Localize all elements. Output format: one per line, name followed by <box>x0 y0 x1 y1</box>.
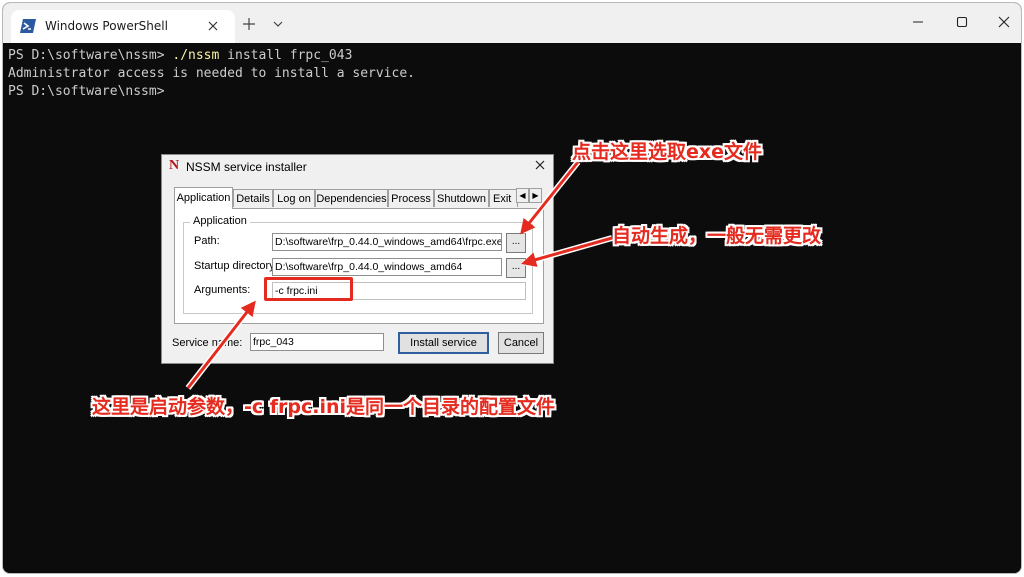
note-arguments: 这里是启动参数，-c frpc.ini是同一个目录的配置文件 <box>92 396 556 418</box>
prompt-text: PS D:\software\nssm> <box>8 48 173 63</box>
path-label: Path: <box>194 235 220 247</box>
terminal-line: PS D:\software\nssm> ./nssm install frpc… <box>8 47 1021 65</box>
tab-shutdown[interactable]: Shutdown <box>434 189 489 207</box>
tab-dependencies[interactable]: Dependencies <box>315 189 388 207</box>
browse-startup-button[interactable]: ... <box>506 258 526 278</box>
nssm-installer-dialog: N NSSM service installer Application Det… <box>161 154 554 364</box>
tab-application[interactable]: Application <box>174 187 233 209</box>
application-panel: Application Path: D:\software\frp_0.44.0… <box>174 208 544 324</box>
service-name-label: Service name: <box>172 337 243 349</box>
note-startup: 自动生成，一般无需更改 <box>612 225 822 247</box>
command-exec: ./nssm <box>172 48 220 63</box>
note-path: 点击这里选取exe文件 <box>572 141 763 163</box>
chevron-down-icon[interactable] <box>272 19 284 29</box>
maximize-icon[interactable] <box>955 15 969 29</box>
title-bar: Windows PowerShell <box>3 3 1021 43</box>
powershell-icon <box>20 19 36 33</box>
cancel-button[interactable]: Cancel <box>498 332 544 354</box>
close-tab-icon[interactable] <box>206 19 220 33</box>
terminal-line: Administrator access is needed to instal… <box>8 66 415 81</box>
path-input[interactable]: D:\software\frp_0.44.0_windows_amd64\frp… <box>272 233 502 251</box>
install-service-button[interactable]: Install service <box>398 332 489 354</box>
command-args: install frpc_043 <box>219 48 353 63</box>
tab-title: Windows PowerShell <box>45 19 168 33</box>
application-group: Application Path: D:\software\frp_0.44.0… <box>183 215 533 314</box>
tab-scroll-right-icon[interactable]: ▶ <box>529 188 542 203</box>
startup-directory-input[interactable]: D:\software\frp_0.44.0_windows_amd64 <box>272 258 502 276</box>
terminal-line: PS D:\software\nssm> <box>8 84 173 99</box>
arguments-label: Arguments: <box>194 284 251 296</box>
nssm-logo: N <box>169 158 180 173</box>
service-name-input[interactable]: frpc_043 <box>250 333 384 351</box>
group-label: Application <box>190 215 250 227</box>
arguments-highlight-box <box>264 277 353 301</box>
startup-directory-label: Startup directory: <box>194 260 278 272</box>
close-window-icon[interactable] <box>997 15 1011 29</box>
dialog-title: NSSM service installer <box>186 160 307 174</box>
minimize-icon[interactable] <box>911 15 925 29</box>
new-tab-icon[interactable] <box>242 17 256 31</box>
tab-process[interactable]: Process <box>388 189 434 207</box>
close-icon[interactable] <box>534 159 546 171</box>
tab-powershell[interactable]: Windows PowerShell <box>11 10 235 43</box>
tab-details[interactable]: Details <box>233 189 273 207</box>
browse-path-button[interactable]: ... <box>506 233 526 253</box>
tab-exit[interactable]: Exit <box>489 189 518 207</box>
tab-log-on[interactable]: Log on <box>273 189 315 207</box>
tab-scroll-left-icon[interactable]: ◀ <box>516 188 529 203</box>
